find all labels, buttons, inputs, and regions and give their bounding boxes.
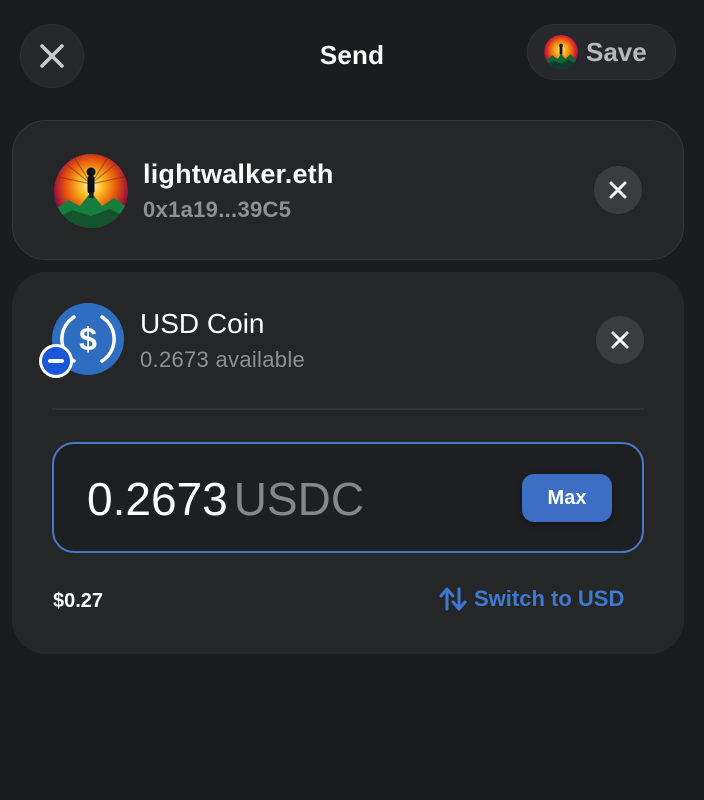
recipient-name: lightwalker.eth <box>143 159 334 189</box>
remove-recipient-button[interactable] <box>594 166 642 214</box>
recipient-avatar <box>54 154 128 228</box>
amount-value: 0.2673 <box>87 473 228 525</box>
minus-badge-icon <box>39 344 73 378</box>
save-button[interactable]: Save <box>527 24 676 80</box>
asset-available-balance: 0.2673 available <box>140 347 306 372</box>
switch-to-usd-button[interactable]: Switch to USD <box>438 586 624 612</box>
remove-asset-button[interactable] <box>596 316 644 364</box>
recipient-address: 0x1a19...39C5 <box>143 197 292 222</box>
asset-card: $ USD Coin 0.2673 available 0.2673 USDC M… <box>12 272 684 654</box>
close-icon <box>609 181 627 199</box>
fiat-value: $0.27 <box>53 590 104 612</box>
close-icon <box>611 331 629 349</box>
avatar-icon <box>544 35 578 69</box>
divider <box>52 408 644 410</box>
asset-name: USD Coin <box>140 308 265 339</box>
switch-to-usd-label: Switch to USD <box>474 586 625 611</box>
swap-vertical-icon <box>439 587 467 611</box>
save-button-label: Save <box>586 36 647 67</box>
recipient-card: lightwalker.eth 0x1a19...39C5 <box>12 120 684 260</box>
amount-input[interactable]: 0.2673 USDC Max <box>52 442 644 553</box>
amount-value-display: 0.2673 USDC <box>87 472 364 526</box>
send-screen: Send Save lightwalker.eth 0x1a19...39C5 … <box>0 0 704 800</box>
amount-unit: USDC <box>233 473 365 525</box>
max-button[interactable]: Max <box>522 474 612 522</box>
svg-text:$: $ <box>79 321 97 357</box>
